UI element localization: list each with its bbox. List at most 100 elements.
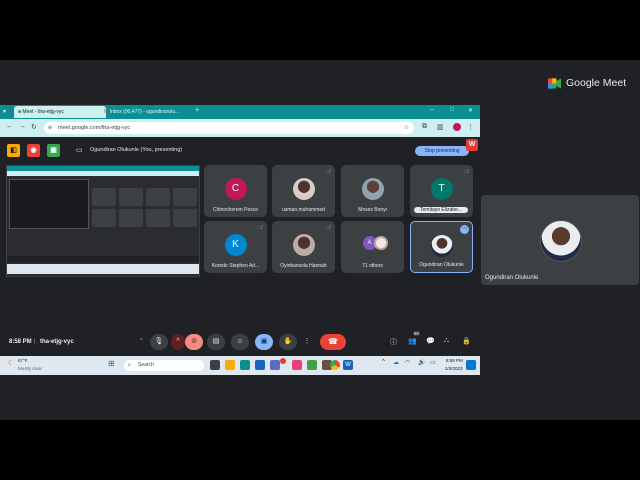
- tray-expand-icon[interactable]: ^: [382, 359, 385, 365]
- mic-off-icon: 🎙̸: [326, 225, 330, 231]
- participant-name: Ogundiran Olukunle: [419, 262, 464, 268]
- captions-button[interactable]: ▤: [207, 334, 225, 350]
- raise-hand-button[interactable]: ✋: [279, 334, 297, 350]
- participant-tile[interactable]: Moses Bonyi: [341, 165, 404, 217]
- participant-tile[interactable]: 🎙̸ Oyinkansola Hannah: [272, 221, 335, 273]
- participant-tile-others[interactable]: A 71 others: [341, 221, 404, 273]
- volume-icon[interactable]: 🔊: [418, 359, 425, 366]
- tab-inbox-label: Inbox (90,477) - ogundiranolu...: [109, 109, 180, 115]
- bookmark-star-icon[interactable]: ☆: [404, 122, 409, 134]
- weather-description: Mostly clear: [18, 366, 43, 371]
- more-icon: ⋮: [303, 338, 311, 345]
- teams-icon[interactable]: [270, 360, 280, 370]
- outlook-icon[interactable]: [255, 360, 265, 370]
- preview-tile: [92, 188, 116, 206]
- file-explorer-icon[interactable]: [225, 360, 235, 370]
- taskbar-search[interactable]: ⌕ Search: [124, 360, 204, 371]
- tab-list-icon[interactable]: ▾: [3, 108, 6, 115]
- sidepanel-icon[interactable]: ▥: [437, 123, 444, 131]
- participant-name: Korede Stephen Ad...: [211, 263, 260, 269]
- chrome-icon[interactable]: [330, 360, 340, 370]
- participant-tile[interactable]: 🎙̸ K Korede Stephen Ad...: [204, 221, 267, 273]
- shared-screen-preview: [6, 165, 200, 277]
- participant-avatar: [292, 178, 315, 200]
- participant-name: Temitayo Elizabe...: [414, 207, 468, 213]
- mic-options-icon[interactable]: ^: [140, 338, 143, 344]
- app-shortcut-green-icon[interactable]: ▣: [47, 144, 60, 157]
- more-options-button[interactable]: ⋮: [300, 334, 314, 350]
- forward-icon[interactable]: →: [19, 123, 26, 130]
- participant-avatar: T: [430, 178, 453, 200]
- present-button[interactable]: ▣: [255, 334, 273, 350]
- more-options-icon[interactable]: ⋯: [460, 225, 469, 234]
- word-icon[interactable]: W: [343, 360, 353, 370]
- live-broadcast-icon[interactable]: ◉: [27, 144, 40, 157]
- self-name-label: Ogundiran Olukunle: [485, 275, 539, 281]
- browser-menu-icon[interactable]: ⋮: [467, 123, 474, 131]
- mic-button[interactable]: 🎙: [150, 334, 168, 350]
- task-view-icon[interactable]: [210, 360, 220, 370]
- extension-icon[interactable]: ⧉: [422, 123, 427, 131]
- participant-count-badge: 80: [413, 331, 421, 336]
- app-shortcut-yellow-icon[interactable]: ◧: [7, 144, 20, 157]
- preview-meet-bar: [7, 256, 199, 262]
- preview-taskbar: [7, 264, 199, 274]
- mic-icon: 🎙: [154, 338, 164, 345]
- participant-name: Moses Bonyi: [358, 207, 387, 213]
- host-controls-icon[interactable]: 🔒: [462, 337, 471, 345]
- separator: |: [34, 339, 36, 345]
- profile-avatar[interactable]: [453, 123, 461, 131]
- tab-inbox[interactable]: M Inbox (90,477) - ogundiranolu...: [100, 106, 196, 118]
- activities-icon[interactable]: ⛬: [444, 337, 449, 345]
- battery-icon[interactable]: ▭: [430, 359, 436, 366]
- mic-off-icon: 🎙̸: [326, 169, 330, 175]
- search-placeholder: Search: [138, 362, 154, 368]
- camera-toggle-button[interactable]: ⊘: [185, 334, 203, 350]
- reload-icon[interactable]: ↻: [31, 123, 37, 131]
- back-icon[interactable]: ←: [6, 123, 13, 130]
- camera-options-button[interactable]: ^: [171, 334, 185, 350]
- chat-icon[interactable]: 💬: [426, 337, 435, 345]
- tab-meet[interactable]: ■ Meet - tha-etjg-vyc: [14, 106, 106, 118]
- gmail-favicon: M: [104, 109, 109, 115]
- end-call-button[interactable]: ☎: [320, 334, 346, 350]
- preview-tile: [92, 209, 116, 227]
- participant-avatar: C: [224, 178, 247, 200]
- participant-tile[interactable]: 🎙̸ T Temitayo Elizabe...: [410, 165, 473, 217]
- google-meet-logo: Google Meet: [548, 77, 626, 89]
- extension-w-icon[interactable]: W: [466, 139, 478, 151]
- participant-name: Oyinkansola Hannah: [280, 263, 327, 269]
- stop-presenting-button[interactable]: Stop presenting: [415, 146, 469, 156]
- people-icon[interactable]: 👥: [408, 337, 417, 345]
- start-icon[interactable]: ⊞: [108, 359, 115, 368]
- maximize-icon[interactable]: □: [450, 107, 454, 113]
- preview-tile: [173, 209, 197, 227]
- app-green-icon[interactable]: [307, 360, 317, 370]
- google-meet-label: Google Meet: [566, 77, 627, 89]
- meeting-info-icon[interactable]: ⓘ: [390, 337, 397, 347]
- tray-date: 2/3/2023: [445, 366, 463, 371]
- cloud-icon[interactable]: ☁: [393, 359, 399, 366]
- wifi-icon[interactable]: ◠: [405, 359, 410, 366]
- weather-icon[interactable]: ☾: [8, 359, 14, 367]
- notifications-icon[interactable]: [466, 360, 476, 370]
- notification-badge: [280, 358, 286, 364]
- app-pink-icon[interactable]: [292, 360, 302, 370]
- participant-tile[interactable]: 🎙̸ usman muhammed: [272, 165, 335, 217]
- participant-avatar: [430, 235, 453, 257]
- search-icon: ⌕: [128, 362, 131, 368]
- emoji-button[interactable]: ☺: [231, 334, 249, 350]
- participant-name: Chinecherem Pesce: [212, 207, 259, 213]
- tab-meet-label: Meet - tha-etjg-vyc: [22, 109, 64, 115]
- browser-tab-bar: ▾ ■ Meet - tha-etjg-vyc M Inbox (90,477)…: [0, 105, 480, 119]
- new-tab-icon[interactable]: +: [195, 107, 199, 114]
- edge-icon[interactable]: [240, 360, 250, 370]
- url-field[interactable]: ⊖ meet.google.com/tha-etjg-vyc ☆: [44, 122, 414, 134]
- minimize-icon[interactable]: –: [430, 107, 433, 113]
- site-info-icon[interactable]: ⊖: [48, 122, 52, 134]
- others-avatar-photo: [374, 236, 388, 250]
- participant-tile-self[interactable]: ⋯ Ogundiran Olukunle: [410, 221, 473, 273]
- participant-tile[interactable]: C Chinecherem Pesce: [204, 165, 267, 217]
- close-icon[interactable]: ✕: [468, 107, 473, 114]
- url-text: meet.google.com/tha-etjg-vyc: [58, 125, 131, 131]
